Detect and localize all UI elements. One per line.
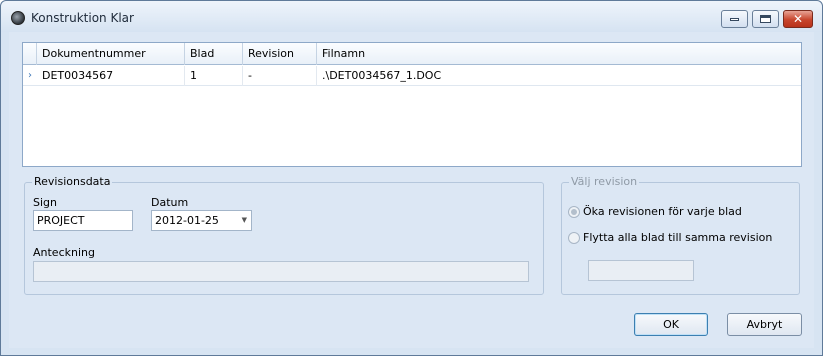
window-title: Konstruktion Klar	[31, 11, 134, 25]
cell-revision[interactable]: -	[243, 66, 317, 86]
revisionsdata-group: Revisionsdata Sign PROJECT Datum 2012-01…	[24, 175, 544, 295]
cell-dokumentnummer[interactable]: DET0034567	[37, 66, 185, 86]
valj-revision-legend: Välj revision	[569, 175, 640, 188]
column-header-dokumentnummer[interactable]: Dokumentnummer	[37, 43, 185, 65]
row-indicator-icon: ›	[28, 70, 32, 81]
radio-unselected-icon	[568, 231, 580, 244]
chevron-down-icon[interactable]: ▼	[242, 211, 247, 230]
datum-label: Datum	[151, 196, 189, 209]
dialog-client-area: Dokumentnummer Blad Revision Filnamn › D…	[9, 32, 814, 348]
column-header-filnamn[interactable]: Filnamn	[317, 43, 801, 65]
table-row[interactable]: › DET0034567 1 - .\DET0034567_1.DOC	[23, 66, 801, 86]
datum-date-picker[interactable]: 2012-01-25 ▼	[151, 210, 252, 231]
revisionsdata-legend: Revisionsdata	[32, 175, 113, 188]
row-header-corner	[23, 43, 37, 65]
ok-button[interactable]: OK	[634, 313, 708, 336]
title-bar[interactable]: Konstruktion Klar ✕	[1, 1, 822, 32]
radio-flytta-alla[interactable]: Flytta alla blad till samma revision	[568, 231, 772, 244]
sign-label: Sign	[33, 196, 57, 209]
anteckning-input[interactable]	[33, 261, 529, 282]
radio-selected-icon	[568, 205, 580, 218]
minimize-button[interactable]	[721, 10, 748, 28]
documents-grid[interactable]: Dokumentnummer Blad Revision Filnamn › D…	[22, 42, 802, 167]
minimize-icon	[730, 17, 739, 21]
sign-input[interactable]: PROJECT	[33, 210, 133, 231]
dialog-window: Konstruktion Klar ✕ Dokumentnummer Blad …	[0, 0, 823, 356]
column-header-revision[interactable]: Revision	[243, 43, 317, 65]
cancel-button[interactable]: Avbryt	[727, 313, 802, 336]
column-header-blad[interactable]: Blad	[185, 43, 243, 65]
datum-value: 2012-01-25	[155, 214, 219, 227]
radio-flytta-alla-label: Flytta alla blad till samma revision	[583, 231, 773, 244]
close-button[interactable]: ✕	[783, 10, 813, 28]
maximize-icon	[760, 15, 771, 23]
grid-header: Dokumentnummer Blad Revision Filnamn	[23, 43, 801, 65]
anteckning-label: Anteckning	[33, 246, 95, 259]
revision-input[interactable]	[588, 260, 694, 281]
cell-blad[interactable]: 1	[185, 66, 243, 86]
app-icon	[11, 11, 25, 25]
valj-revision-group: Välj revision Öka revisionen för varje b…	[561, 175, 800, 295]
cell-filnamn[interactable]: .\DET0034567_1.DOC	[317, 66, 801, 86]
radio-oka-revisionen[interactable]: Öka revisionen för varje blad	[568, 205, 742, 218]
maximize-button[interactable]	[752, 10, 779, 28]
close-icon: ✕	[792, 12, 804, 26]
radio-oka-revisionen-label: Öka revisionen för varje blad	[583, 205, 742, 218]
